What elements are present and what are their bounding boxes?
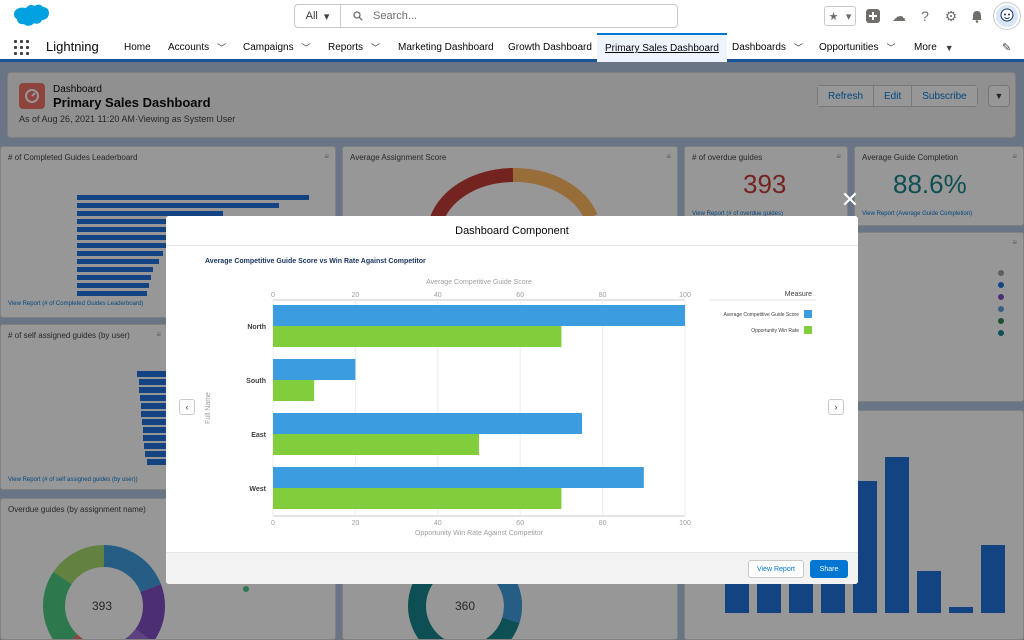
view-report-button[interactable]: View Report (748, 560, 804, 578)
chevron-left-icon: ‹ (185, 402, 189, 412)
bottom-tick-label: 20 (352, 520, 360, 527)
top-tick-label: 100 (679, 292, 691, 299)
nav-item-label: Home (124, 42, 151, 53)
bar-east-guide-score (273, 413, 582, 434)
chevron-down-icon: ▾ (323, 10, 330, 23)
top-tick-label: 40 (434, 292, 442, 299)
category-label: South (246, 378, 266, 385)
bar-west-win-rate (273, 488, 562, 509)
modal-footer: View Report Share (166, 552, 858, 584)
top-tick-label: 20 (352, 292, 360, 299)
gear-icon[interactable]: ⚙ (942, 7, 960, 25)
top-axis-title: Average Competitive Guide Score (426, 279, 532, 286)
nav-item-label: Primary Sales Dashboard (605, 43, 719, 54)
legend-swatch (804, 326, 812, 334)
search-scope-label: All (305, 10, 318, 22)
category-label: West (249, 486, 266, 493)
bottom-tick-label: 0 (271, 520, 275, 527)
chevron-down-icon[interactable]: ﹀ (886, 41, 895, 54)
legend-title: Measure (785, 291, 812, 298)
chevron-down-icon[interactable]: ﹀ (371, 41, 380, 54)
bottom-tick-label: 100 (679, 520, 691, 527)
caret-down-icon: ▼ (944, 42, 954, 53)
legend-swatch (804, 310, 812, 318)
help-icon[interactable]: ? (916, 7, 934, 25)
app-navigation: Lightning Home Accounts ﹀ Campaigns ﹀ Repo… (0, 33, 1024, 62)
legend-item-label: Average Competitive Guide Score (723, 312, 799, 318)
bar-south-win-rate (273, 380, 315, 401)
bottom-axis-title: Opportunity Win Rate Against Competitor (415, 530, 544, 537)
star-icon: ★ (828, 10, 839, 23)
bottom-tick-label: 80 (599, 520, 607, 527)
bar-west-guide-score (273, 467, 644, 488)
bar-east-win-rate (273, 434, 479, 455)
search-input[interactable]: Search... (341, 5, 677, 27)
search-icon (353, 11, 363, 21)
chevron-down-icon: ▾ (845, 10, 852, 23)
previous-component-button[interactable]: ‹ (179, 399, 195, 415)
avatar[interactable] (994, 3, 1020, 29)
bar-south-guide-score (273, 359, 356, 380)
dashboard-component-modal: Dashboard Component Average Competitive … (166, 216, 858, 584)
next-component-button[interactable]: › (828, 399, 844, 415)
bell-icon[interactable] (968, 7, 986, 25)
category-label: North (247, 324, 266, 331)
nav-item-opportunities[interactable]: Opportunities ﹀ (819, 33, 896, 62)
nav-item-label: Campaigns (243, 42, 294, 53)
nav-item-label: Accounts (168, 42, 210, 53)
nav-item-growth-dashboard[interactable]: Growth Dashboard (508, 33, 592, 62)
share-button[interactable]: Share (810, 560, 848, 578)
trailhead-icon[interactable]: ☁ (890, 7, 908, 25)
bar-north-guide-score (273, 305, 685, 326)
header-utility-icons: ★ ▾ ☁ ? ⚙ (824, 3, 1020, 29)
search-placeholder: Search... (373, 10, 418, 22)
nav-item-home[interactable]: Home (124, 33, 151, 62)
chevron-down-icon[interactable]: ﹀ (302, 41, 311, 54)
add-icon[interactable] (864, 7, 882, 25)
app-launcher-icon[interactable] (14, 40, 29, 55)
global-search[interactable]: All ▾ Search... (294, 4, 678, 28)
favorites-button[interactable]: ★ ▾ (824, 6, 856, 26)
salesforce-logo[interactable] (10, 4, 50, 30)
nav-item-dashboards[interactable]: Dashboards ﹀ (732, 33, 803, 62)
nav-item-label: Reports (328, 42, 364, 53)
competitive-score-chart: 0 0 20 20 40 40 60 60 80 80 100 100 Average Competit… (205, 279, 816, 537)
bottom-tick-label: 60 (516, 520, 524, 527)
close-icon[interactable]: ✕ (840, 189, 860, 211)
nav-item-label: Marketing Dashboard (398, 42, 494, 53)
chevron-down-icon[interactable]: ﹀ (217, 41, 226, 54)
edit-nav-icon[interactable]: ✎ (1002, 41, 1011, 54)
nav-item-label: Opportunities (819, 42, 879, 53)
category-label: East (251, 432, 266, 439)
global-header: All ▾ Search... ★ ▾ ☁ ? ⚙ (0, 0, 1024, 33)
app-name: Lightning (46, 39, 99, 54)
top-tick-label: 0 (271, 292, 275, 299)
nav-item-label: Dashboards (732, 42, 786, 53)
top-tick-label: 60 (516, 292, 524, 299)
chevron-down-icon[interactable]: ﹀ (794, 41, 803, 54)
y-axis-title: Full Name (205, 392, 212, 424)
nav-item-reports[interactable]: Reports ﹀ (328, 33, 380, 62)
nav-item-label: More (914, 42, 937, 53)
nav-item-primary-sales-dashboard[interactable]: Primary Sales Dashboard (597, 33, 727, 62)
nav-item-campaigns[interactable]: Campaigns ﹀ (243, 33, 311, 62)
chevron-right-icon: › (834, 402, 838, 412)
bar-north-win-rate (273, 326, 562, 347)
search-scope-select[interactable]: All ▾ (295, 5, 341, 27)
nav-item-more[interactable]: More ▼ (914, 33, 954, 62)
nav-item-label: Growth Dashboard (508, 42, 592, 53)
nav-item-marketing-dashboard[interactable]: Marketing Dashboard (398, 33, 494, 62)
top-tick-label: 80 (599, 292, 607, 299)
legend-item-label: Opportunity Win Rate (751, 328, 799, 334)
nav-item-accounts[interactable]: Accounts ﹀ (168, 33, 226, 62)
bottom-tick-label: 40 (434, 520, 442, 527)
